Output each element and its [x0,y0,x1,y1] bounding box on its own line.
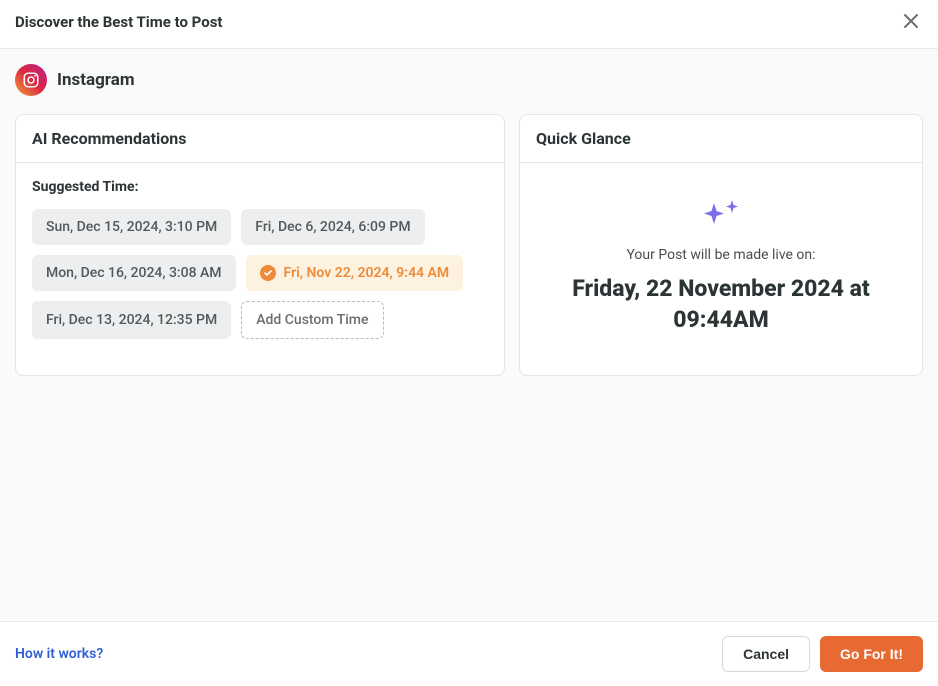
time-chip-label: Sun, Dec 15, 2024, 3:10 PM [46,219,217,235]
add-custom-time-label: Add Custom Time [256,312,368,328]
time-chip-label: Fri, Dec 6, 2024, 6:09 PM [255,219,410,235]
how-it-works-link[interactable]: How it works? [15,646,103,662]
suggested-time-label: Suggested Time: [32,179,488,195]
quick-glance-panel: Quick Glance Your Post will be made live… [519,114,923,376]
close-button[interactable] [899,8,923,36]
time-chip[interactable]: Fri, Dec 13, 2024, 12:35 PM [32,301,231,339]
recommendations-panel: AI Recommendations Suggested Time: Sun, … [15,114,505,376]
sparkle-icon [699,197,743,237]
modal-title: Discover the Best Time to Post [15,13,223,31]
quick-glance-title: Quick Glance [520,115,922,163]
close-icon [903,10,919,34]
time-chip-label: Fri, Nov 22, 2024, 9:44 AM [284,265,450,281]
platform-name: Instagram [57,70,135,90]
recommendations-title: AI Recommendations [16,115,504,163]
modal-footer: How it works? Cancel Go For It! [0,621,938,686]
time-chip-label: Mon, Dec 16, 2024, 3:08 AM [46,265,222,281]
cancel-button[interactable]: Cancel [722,636,810,672]
add-custom-time-button[interactable]: Add Custom Time [241,301,383,339]
quick-glance-datetime: Friday, 22 November 2024 at 09:44AM [540,273,902,335]
quick-glance-body: Your Post will be made live on: Friday, … [520,163,922,375]
quick-glance-caption: Your Post will be made live on: [540,247,902,263]
modal-header: Discover the Best Time to Post [0,0,938,49]
time-chips-container: Sun, Dec 15, 2024, 3:10 PM Fri, Dec 6, 20… [32,209,488,339]
recommendations-body: Suggested Time: Sun, Dec 15, 2024, 3:10 … [16,163,504,355]
time-chip[interactable]: Fri, Dec 6, 2024, 6:09 PM [241,209,424,245]
footer-buttons: Cancel Go For It! [722,636,923,672]
time-chip[interactable]: Mon, Dec 16, 2024, 3:08 AM [32,255,236,291]
time-chip[interactable]: Sun, Dec 15, 2024, 3:10 PM [32,209,231,245]
panels-container: AI Recommendations Suggested Time: Sun, … [15,114,923,376]
time-chip-label: Fri, Dec 13, 2024, 12:35 PM [46,312,217,328]
instagram-icon [15,64,47,96]
modal-content: Instagram AI Recommendations Suggested T… [0,49,938,621]
platform-row: Instagram [15,64,923,96]
time-chip[interactable]: Fri, Nov 22, 2024, 9:44 AM [246,255,464,291]
go-for-it-button[interactable]: Go For It! [820,636,923,672]
check-icon [260,265,276,281]
